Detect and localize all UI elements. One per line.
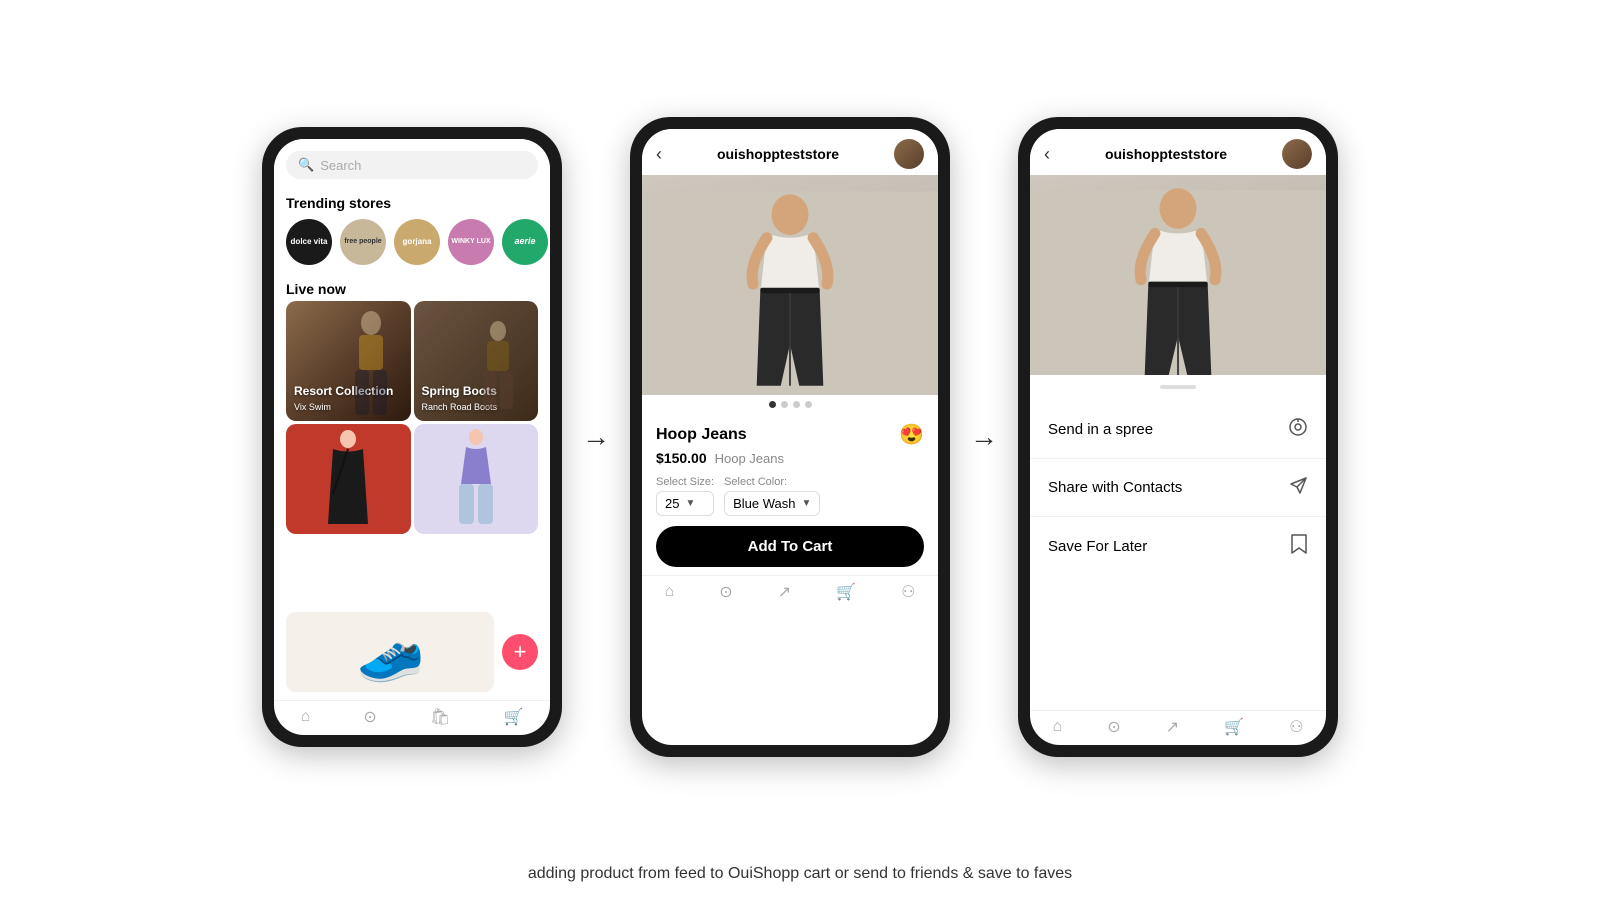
- action-share-contacts[interactable]: Share with Contacts: [1030, 459, 1326, 517]
- search-icon: 🔍: [298, 157, 314, 173]
- nav2-cart-icon[interactable]: 🛒: [836, 582, 856, 602]
- product-image-3: [1030, 175, 1326, 375]
- size-selector-group: Select Size: 25 ▼: [656, 476, 714, 516]
- size-chevron-icon: ▼: [685, 498, 695, 509]
- nav3-home-icon[interactable]: ⌂: [1053, 718, 1063, 736]
- action-label-share: Share with Contacts: [1048, 479, 1182, 496]
- product-price: $150.00: [656, 450, 707, 466]
- size-dropdown[interactable]: 25 ▼: [656, 491, 714, 516]
- action-save-later[interactable]: Save For Later: [1030, 517, 1326, 576]
- phone3-bottom-nav: ⌂ ⊙ ↗ 🛒 ⚇: [1030, 710, 1326, 745]
- page-caption: adding product from feed to OuiShopp car…: [528, 865, 1072, 883]
- shoe-area: 👟: [286, 612, 494, 692]
- color-dropdown[interactable]: Blue Wash ▼: [724, 491, 820, 516]
- nav-home-icon[interactable]: ⌂: [301, 708, 311, 726]
- color-chevron-icon: ▼: [801, 498, 811, 509]
- nav-cart-icon[interactable]: 🛒: [503, 707, 523, 727]
- product-image-2: [642, 175, 938, 395]
- bookmark-icon: [1290, 533, 1308, 560]
- dot-indicators-2: [642, 395, 938, 414]
- nav3-search-icon[interactable]: ⊙: [1107, 717, 1120, 737]
- live-card-boots[interactable]: Spring BootsRanch Road Boots: [414, 301, 539, 421]
- search-placeholder: Search: [320, 158, 361, 173]
- search-bar[interactable]: 🔍 Search: [286, 151, 538, 179]
- action-label-save: Save For Later: [1048, 538, 1147, 555]
- resort-sub: Vix Swim: [294, 402, 331, 412]
- add-product-button[interactable]: +: [502, 634, 538, 670]
- store-aerie[interactable]: aerie: [502, 219, 548, 265]
- size-label: Select Size:: [656, 476, 714, 488]
- nav2-search-icon[interactable]: ⊙: [719, 582, 732, 602]
- action-send-spree[interactable]: Send in a spree: [1030, 401, 1326, 459]
- shoe-icon: 👟: [356, 620, 424, 685]
- dot-4: [805, 401, 812, 408]
- main-container: 🔍 Search Trending stores dolce vita free…: [0, 17, 1600, 857]
- bottom-grid: [274, 421, 550, 604]
- stores-row: dolce vita free people gorjana WINKY LUX…: [274, 215, 550, 273]
- phone-3: ‹ ouishoppteststore: [1018, 117, 1338, 757]
- trending-title: Trending stores: [274, 187, 550, 215]
- phone2-bottom-nav: ⌂ ⊙ ↗ 🛒 ⚇: [642, 575, 938, 610]
- live-now-title: Live now: [274, 273, 550, 301]
- shoe-card: 👟 +: [274, 604, 550, 700]
- nav-shop-icon[interactable]: 🛍: [430, 707, 450, 727]
- nav3-cart-icon[interactable]: 🛒: [1224, 717, 1244, 737]
- live-grid: Resort CollectionVix Swim Spring BootsRa…: [274, 301, 550, 421]
- phone-2: ‹ ouishoppteststore: [630, 117, 950, 757]
- share-icon: [1288, 475, 1308, 500]
- store-free-people[interactable]: free people: [340, 219, 386, 265]
- phone2-header: ‹ ouishoppteststore: [642, 129, 938, 175]
- size-value: 25: [665, 496, 679, 511]
- nav3-share-icon[interactable]: ↗: [1166, 717, 1179, 737]
- color-value: Blue Wash: [733, 496, 795, 511]
- avatar-2: [894, 139, 924, 169]
- phone3-header: ‹ ouishoppteststore: [1030, 129, 1326, 175]
- nav-search-icon[interactable]: ⊙: [363, 707, 376, 727]
- product-info-2: Hoop Jeans 😍 $150.00 Hoop Jeans Select S…: [642, 414, 938, 575]
- phone-1: 🔍 Search Trending stores dolce vita free…: [262, 127, 562, 747]
- dot-1: [769, 401, 776, 408]
- card-dress[interactable]: [286, 424, 411, 534]
- dot-2: [781, 401, 788, 408]
- back-button-3[interactable]: ‹: [1044, 144, 1050, 165]
- action-sheet: Send in a spree Share with Contacts: [1030, 375, 1326, 576]
- product-name-sub: Hoop Jeans: [715, 451, 784, 466]
- color-selector-group: Select Color: Blue Wash ▼: [724, 476, 820, 516]
- card-active[interactable]: [414, 424, 539, 534]
- dot-3: [793, 401, 800, 408]
- live-card-resort[interactable]: Resort CollectionVix Swim: [286, 301, 411, 421]
- sheet-handle: [1160, 385, 1196, 389]
- product-title-2: Hoop Jeans: [656, 426, 747, 444]
- phone1-header: 🔍 Search: [274, 139, 550, 187]
- selectors-row: Select Size: 25 ▼ Select Color: Blue Was…: [656, 476, 924, 516]
- store-winky-lux[interactable]: WINKY LUX: [448, 219, 494, 265]
- store-name-2: ouishoppteststore: [717, 146, 839, 162]
- phone1-bottom-nav: ⌂ ⊙ 🛍 🛒: [274, 700, 550, 735]
- avatar-3: [1282, 139, 1312, 169]
- store-gorjana[interactable]: gorjana: [394, 219, 440, 265]
- store-name-3: ouishoppteststore: [1105, 146, 1227, 162]
- nav2-share-icon[interactable]: ↗: [778, 582, 791, 602]
- nav2-profile-icon[interactable]: ⚇: [901, 582, 915, 602]
- store-dolce-vita[interactable]: dolce vita: [286, 219, 332, 265]
- action-label-spree: Send in a spree: [1048, 421, 1153, 438]
- nav2-home-icon[interactable]: ⌂: [665, 583, 675, 601]
- add-to-cart-button[interactable]: Add To Cart: [656, 526, 924, 567]
- react-emoji[interactable]: 😍: [899, 422, 924, 447]
- arrow-1: →: [582, 421, 610, 453]
- nav3-profile-icon[interactable]: ⚇: [1289, 717, 1303, 737]
- spree-icon: [1288, 417, 1308, 442]
- arrow-2: →: [970, 421, 998, 453]
- back-button[interactable]: ‹: [656, 144, 662, 165]
- color-label: Select Color:: [724, 476, 820, 488]
